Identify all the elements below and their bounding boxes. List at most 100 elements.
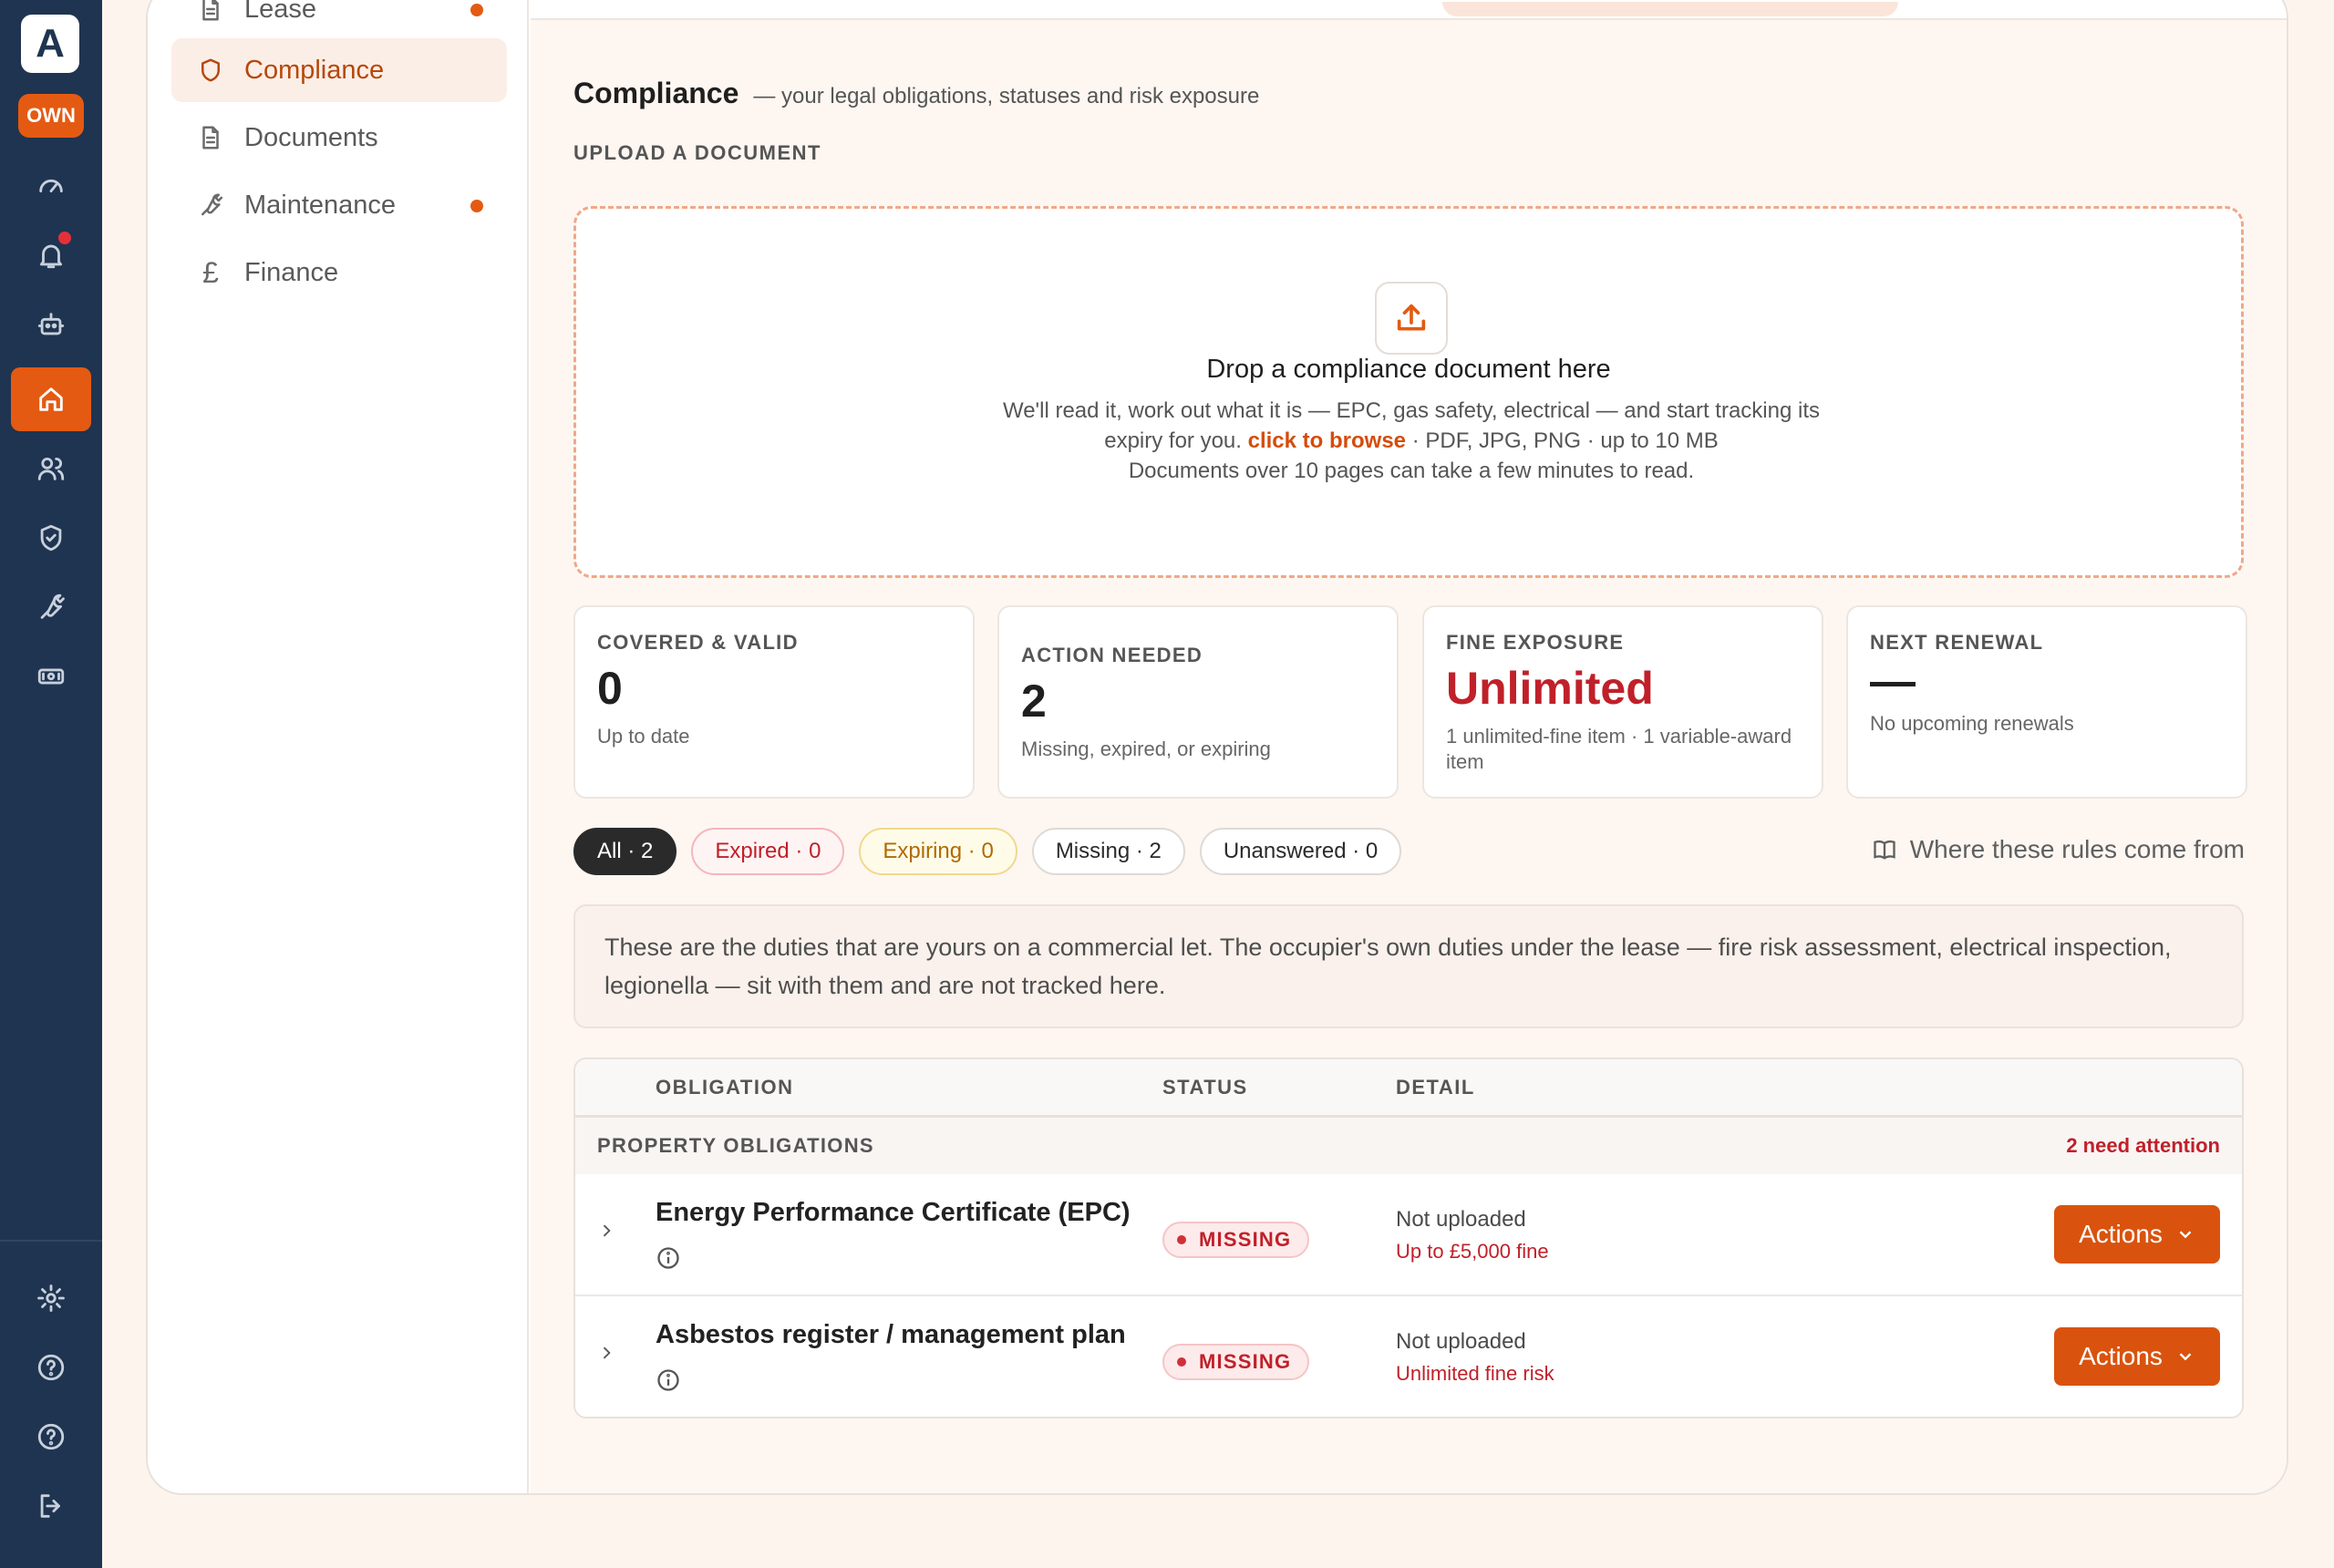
stat-card-action-needed: ACTION NEEDED 2 Missing, expired, or exp… (997, 605, 1399, 799)
document-dropzone[interactable]: Drop a compliance document here We'll re… (573, 206, 2244, 578)
chevron-right-icon[interactable] (597, 1222, 615, 1240)
filter-chip-expiring[interactable]: Expiring · 0 (859, 828, 1017, 875)
gear-icon (37, 1284, 65, 1312)
actions-button[interactable]: Actions (2054, 1327, 2220, 1386)
table-group-header: PROPERTY OBLIGATIONS 2 need attention (575, 1118, 2242, 1174)
subnav-item-label: Maintenance (244, 190, 397, 220)
document-icon (202, 126, 219, 150)
column-header-detail: DETAIL (1396, 1076, 1475, 1099)
subnav-item-lease[interactable]: Lease (171, 0, 507, 41)
chevron-right-icon[interactable] (597, 1344, 615, 1362)
stat-value: Unlimited (1446, 663, 1654, 714)
app-logo[interactable]: A (21, 15, 79, 73)
actions-button[interactable]: Actions (2054, 1205, 2220, 1264)
property-subnav: Lease Compliance Documents Maintenance £… (148, 0, 529, 1493)
logout-nav-button[interactable] (11, 1474, 91, 1538)
home-icon (39, 387, 63, 411)
attention-dot (470, 200, 483, 212)
rail-divider (0, 1240, 102, 1242)
status-label: MISSING (1199, 1350, 1292, 1373)
chevron-down-icon (2179, 1353, 2192, 1361)
detail-text: Not uploaded (1396, 1207, 1526, 1232)
detail-text: Not uploaded (1396, 1329, 1526, 1354)
upload-section-label: UPLOAD A DOCUMENT (573, 141, 821, 164)
settings-nav-button[interactable] (11, 1266, 91, 1330)
actions-label: Actions (2079, 1220, 2163, 1248)
stat-card-fine-exposure: FINE EXPOSURE Unlimited 1 unlimited-fine… (1422, 605, 1823, 799)
status-label: MISSING (1199, 1228, 1292, 1251)
subnav-item-label: Finance (244, 257, 339, 287)
help-circle-icon (37, 1354, 65, 1381)
column-header-status: STATUS (1162, 1076, 1248, 1099)
tenants-nav-button[interactable] (11, 437, 91, 500)
filter-chip-expired[interactable]: Expired · 0 (691, 828, 845, 875)
status-dot (1177, 1235, 1186, 1244)
icon-rail: A OWN (0, 0, 102, 1568)
page-title: Compliance (573, 77, 739, 109)
top-tab-indicator (1442, 2, 1898, 16)
info-icon[interactable] (656, 1367, 681, 1393)
table-row[interactable]: Energy Performance Certificate (EPC) MIS… (575, 1174, 2242, 1296)
book-icon (1874, 840, 1895, 860)
obligations-table: OBLIGATION STATUS DETAIL PROPERTY OBLIGA… (573, 1057, 2244, 1418)
stat-value: — (1870, 655, 1916, 707)
filter-chips: All · 2 Expired · 0 Expiring · 0 Missing… (573, 828, 1416, 875)
subnav-item-label: Lease (244, 0, 317, 24)
subnav-item-label: Compliance (244, 55, 385, 85)
shield-check-icon (40, 524, 62, 552)
document-icon (202, 0, 219, 21)
table-row[interactable]: Asbestos register / management plan MISS… (575, 1296, 2242, 1417)
support-nav-button[interactable] (11, 1405, 91, 1469)
gauge-icon (39, 179, 63, 193)
group-label: PROPERTY OBLIGATIONS (597, 1134, 874, 1157)
stat-sub: 1 unlimited-fine item · 1 variable-award… (1446, 725, 1792, 773)
actions-label: Actions (2079, 1342, 2163, 1370)
rules-source-link[interactable]: Where these rules come from (1872, 835, 2245, 864)
attention-dot (470, 4, 483, 16)
wrench-icon (201, 193, 223, 216)
help-nav-button[interactable] (11, 1336, 91, 1399)
dropzone-description: We'll read it, work out what it is — EPC… (996, 396, 1827, 486)
stat-card-next-renewal: NEXT RENEWAL — No upcoming renewals (1846, 605, 2247, 799)
subnav-item-label: Documents (244, 122, 378, 152)
robot-icon (37, 313, 65, 335)
stat-sub: Missing, expired, or expiring (1021, 738, 1271, 760)
dashboard-nav-button[interactable] (11, 154, 91, 218)
stat-label: FINE EXPOSURE (1446, 631, 1625, 654)
subnav-item-compliance[interactable]: Compliance (171, 38, 507, 102)
filter-chip-unanswered[interactable]: Unanswered · 0 (1199, 828, 1402, 875)
filter-chip-missing[interactable]: Missing · 2 (1031, 828, 1185, 875)
status-dot (1177, 1357, 1186, 1367)
assistant-nav-button[interactable] (11, 293, 91, 356)
status-badge: MISSING (1162, 1344, 1310, 1380)
chevron-down-icon (2179, 1231, 2192, 1239)
notifications-nav-button[interactable] (11, 223, 91, 287)
fine-risk-text: Up to £5,000 fine (1396, 1240, 1549, 1263)
status-badge: MISSING (1162, 1222, 1310, 1258)
rules-link-label: Where these rules come from (1909, 835, 2245, 863)
dropzone-formats: · PDF, JPG, PNG · up to 10 MB (1411, 428, 1719, 453)
subnav-item-finance[interactable]: £ Finance (171, 241, 507, 304)
stat-label: COVERED & VALID (597, 631, 799, 654)
finance-nav-button[interactable] (11, 645, 91, 708)
stat-card-covered: COVERED & VALID 0 Up to date (573, 605, 975, 799)
maintenance-nav-button[interactable] (11, 575, 91, 639)
stat-label: NEXT RENEWAL (1870, 631, 2044, 654)
stat-sub: Up to date (597, 725, 690, 748)
logout-icon (40, 1494, 60, 1518)
properties-nav-button[interactable] (11, 367, 91, 431)
dropzone-note: Documents over 10 pages can take a few m… (1128, 459, 1695, 483)
page-subtitle: — your legal obligations, statuses and r… (753, 84, 1260, 108)
subnav-item-documents[interactable]: Documents (171, 106, 507, 170)
stat-sub: No upcoming renewals (1870, 712, 2074, 735)
group-attention-count: 2 need attention (2066, 1134, 2220, 1157)
filter-chip-all[interactable]: All · 2 (573, 828, 677, 875)
table-header: OBLIGATION STATUS DETAIL (575, 1059, 2242, 1118)
money-icon (37, 668, 65, 685)
top-bar (531, 0, 2287, 20)
shield-icon (201, 58, 220, 82)
subnav-item-maintenance[interactable]: Maintenance (171, 173, 507, 237)
compliance-nav-button[interactable] (11, 506, 91, 570)
browse-link[interactable]: click to browse (1248, 428, 1406, 453)
info-icon[interactable] (656, 1245, 681, 1271)
